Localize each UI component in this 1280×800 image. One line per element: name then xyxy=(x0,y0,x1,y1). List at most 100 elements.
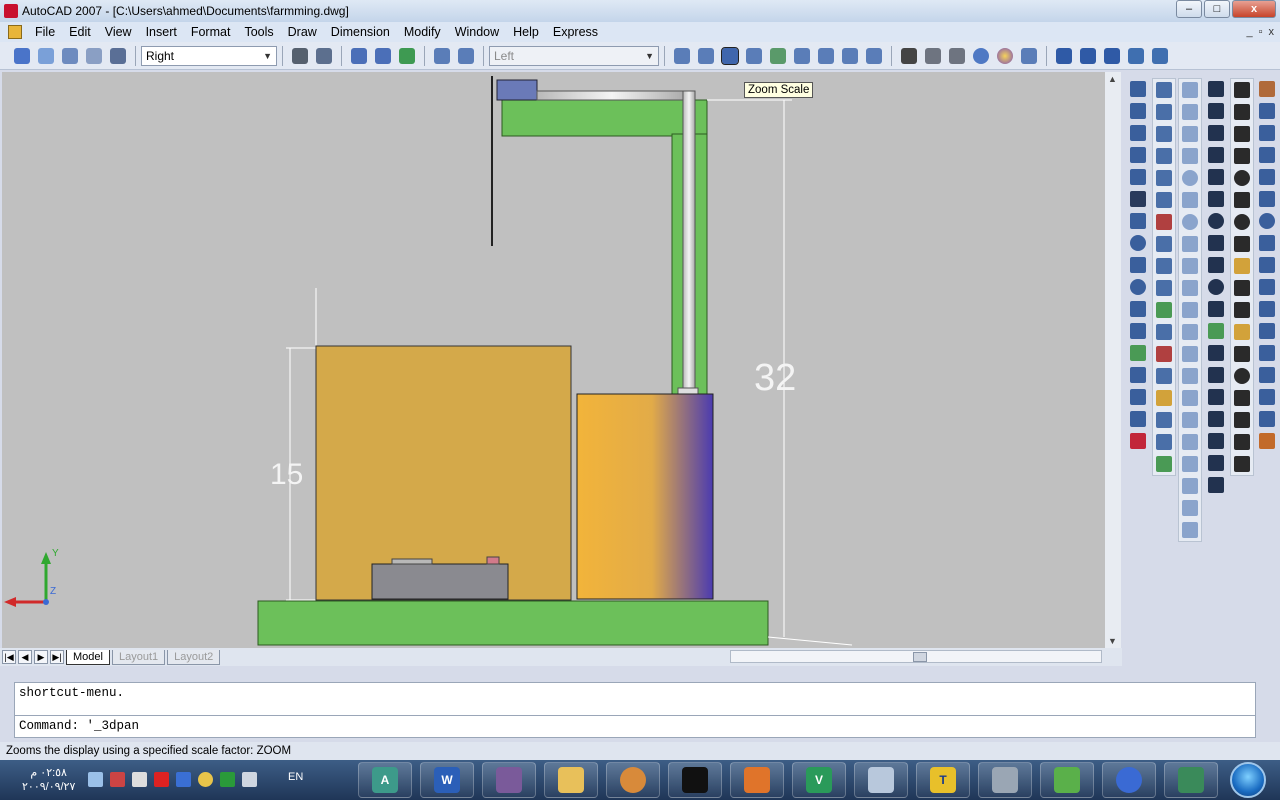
subtract-icon[interactable] xyxy=(1156,104,1172,120)
maximize-button[interactable]: □ xyxy=(1204,0,1230,18)
constrained-orbit-button[interactable] xyxy=(289,45,311,67)
quick-dim-icon[interactable] xyxy=(1234,258,1250,274)
tab-layout2[interactable]: Layout2 xyxy=(167,649,221,665)
interfere-icon[interactable] xyxy=(1182,456,1198,472)
shell-icon[interactable] xyxy=(1156,434,1172,450)
gradient-icon[interactable] xyxy=(1130,345,1146,361)
clean-icon[interactable] xyxy=(1156,390,1172,406)
menu-modify[interactable]: Modify xyxy=(397,25,448,39)
camera-button[interactable] xyxy=(107,45,129,67)
explode-icon[interactable] xyxy=(1259,433,1275,449)
insert-block-icon[interactable] xyxy=(1208,323,1224,339)
diameter-dim-icon[interactable] xyxy=(1234,214,1250,230)
color-faces-icon[interactable] xyxy=(1156,302,1172,318)
3d-align-icon[interactable] xyxy=(1182,522,1198,538)
torus-icon[interactable] xyxy=(1182,214,1198,230)
break-icon[interactable] xyxy=(1259,345,1275,361)
imprint-icon[interactable] xyxy=(1156,368,1172,384)
3d-orbit-button[interactable] xyxy=(11,45,33,67)
match-properties-button[interactable] xyxy=(1125,45,1147,67)
dim-update-icon[interactable] xyxy=(1234,434,1250,450)
arc-icon[interactable] xyxy=(1130,257,1146,273)
extend-icon[interactable] xyxy=(1259,301,1275,317)
box-icon[interactable] xyxy=(1182,104,1198,120)
fillet-icon[interactable] xyxy=(1259,411,1275,427)
delete-faces-icon[interactable] xyxy=(1156,214,1172,230)
zoom-extents-button[interactable] xyxy=(863,45,885,67)
document-icon[interactable] xyxy=(8,25,22,39)
polyline-icon[interactable] xyxy=(1130,125,1146,141)
separate-icon[interactable] xyxy=(1156,412,1172,428)
flag-icon[interactable] xyxy=(132,772,147,787)
zoom-object-button[interactable] xyxy=(767,45,789,67)
helix-icon[interactable] xyxy=(1182,258,1198,274)
start-button[interactable] xyxy=(1230,762,1266,798)
copy-edges-icon[interactable] xyxy=(1156,324,1172,340)
3d-zoom-button[interactable] xyxy=(372,45,394,67)
menu-window[interactable]: Window xyxy=(448,25,506,39)
wedge-icon[interactable] xyxy=(1182,126,1198,142)
volume-icon[interactable] xyxy=(242,772,257,787)
3d-rotate-icon[interactable] xyxy=(1182,500,1198,516)
trim-icon[interactable] xyxy=(1259,279,1275,295)
zoom-scale-button[interactable] xyxy=(719,45,741,67)
copy-faces-icon[interactable] xyxy=(1156,280,1172,296)
pyramid-icon[interactable] xyxy=(1182,236,1198,252)
next-tab-icon[interactable]: ▶ xyxy=(34,650,48,664)
rectangle-icon[interactable] xyxy=(1130,169,1146,185)
zoom-center-button[interactable] xyxy=(743,45,765,67)
jogged-dim-icon[interactable] xyxy=(1234,192,1250,208)
zoom-window-button[interactable] xyxy=(671,45,693,67)
autocad-app-icon[interactable] xyxy=(4,4,18,18)
tolerance-icon[interactable] xyxy=(1234,346,1250,362)
pan-button[interactable] xyxy=(59,45,81,67)
rectangle-icon[interactable] xyxy=(1208,169,1224,185)
taskbar-pdf[interactable] xyxy=(730,762,784,798)
revcloud-icon[interactable] xyxy=(1130,279,1146,295)
offset-icon[interactable] xyxy=(1259,147,1275,163)
quick-leader-icon[interactable] xyxy=(1234,324,1250,340)
construction-line-icon[interactable] xyxy=(1130,103,1146,119)
offset-faces-icon[interactable] xyxy=(1156,192,1172,208)
scroll-down-icon[interactable]: ▼ xyxy=(1108,636,1117,646)
clock[interactable]: ٠٢:٥٨ م ٢٠٠٩/٠٩/٢٧ xyxy=(22,766,75,794)
menu-view[interactable]: View xyxy=(98,25,139,39)
ucs-button[interactable] xyxy=(431,45,453,67)
menu-draw[interactable]: Draw xyxy=(281,25,324,39)
table-icon[interactable] xyxy=(1208,455,1224,471)
polysolid-icon[interactable] xyxy=(1182,82,1198,98)
scale-icon[interactable] xyxy=(1259,235,1275,251)
ordinate-dim-icon[interactable] xyxy=(1234,148,1250,164)
minimize-button[interactable]: – xyxy=(1176,0,1202,18)
doc-restore-button[interactable]: ▫ xyxy=(1259,26,1263,38)
revolve-icon[interactable] xyxy=(1182,368,1198,384)
taskbar-autocad[interactable]: A xyxy=(358,762,412,798)
dim-text-edit-icon[interactable] xyxy=(1234,412,1250,428)
radius-dim-icon[interactable] xyxy=(1234,170,1250,186)
menu-tools[interactable]: Tools xyxy=(237,25,280,39)
sweep-icon[interactable] xyxy=(1182,346,1198,362)
ellipse-icon[interactable] xyxy=(1208,279,1224,295)
horizontal-scrollbar[interactable] xyxy=(730,650,1102,663)
mirror-icon[interactable] xyxy=(1259,125,1275,141)
gradient-icon[interactable] xyxy=(1208,411,1224,427)
stretch-icon[interactable] xyxy=(1259,257,1275,273)
command-window[interactable]: shortcut-menu. Command: '_3dpan xyxy=(14,682,1256,738)
tab-layout1[interactable]: Layout1 xyxy=(111,649,166,665)
menu-edit[interactable]: Edit xyxy=(62,25,98,39)
3d-move-icon[interactable] xyxy=(1182,478,1198,494)
cylinder-icon[interactable] xyxy=(1182,192,1198,208)
ray-icon[interactable] xyxy=(1208,103,1224,119)
layer-button[interactable] xyxy=(1053,45,1075,67)
copy-icon[interactable] xyxy=(1259,103,1275,119)
color-edges-icon[interactable] xyxy=(1156,346,1172,362)
render-button[interactable] xyxy=(970,45,992,67)
visual-style-combo[interactable]: Left ▼ xyxy=(489,45,659,66)
vertical-scrollbar[interactable]: ▲ ▼ xyxy=(1105,72,1121,648)
dim-edit-icon[interactable] xyxy=(1234,390,1250,406)
taskbar-atom[interactable] xyxy=(1102,762,1156,798)
tab-model[interactable]: Model xyxy=(66,649,110,665)
baseline-dim-icon[interactable] xyxy=(1234,280,1250,296)
taskbar-cmd[interactable] xyxy=(668,762,722,798)
materials-button[interactable] xyxy=(994,45,1016,67)
